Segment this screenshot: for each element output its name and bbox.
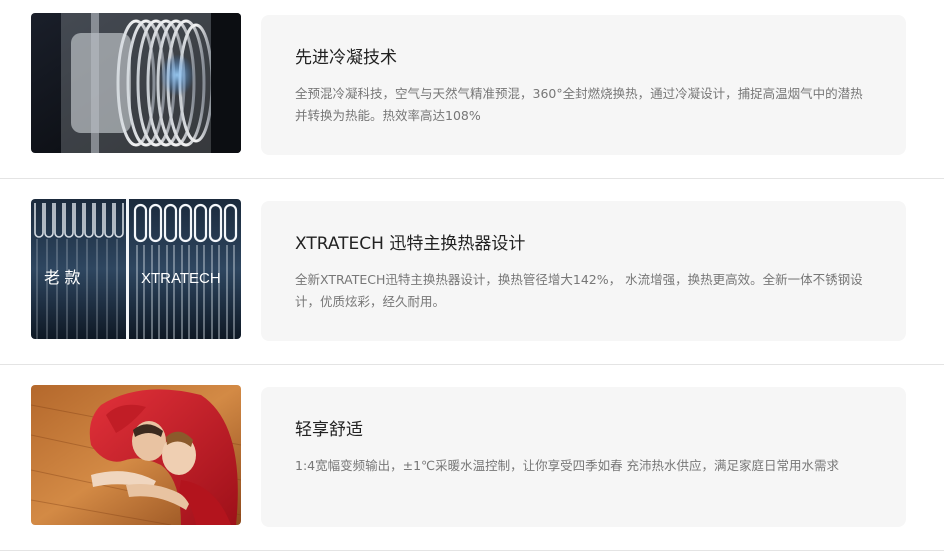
feature-description: 1:4宽幅变频输出，±1℃采暖水温控制，让你享受四季如春 充沛热水供应，满足家庭… xyxy=(295,458,840,473)
feature-row-xtratech: 老 款 XTRATECH XTRATECH 迅特主换热器设计 全新XTRATEC… xyxy=(0,179,944,365)
old-model-label: 老 款 xyxy=(44,269,80,287)
feature-row-comfort: 轻享舒适 1:4宽幅变频输出，±1℃采暖水温控制，让你享受四季如春 充沛热水供应… xyxy=(0,365,944,551)
feature-title: XTRATECH 迅特主换热器设计 xyxy=(295,234,526,254)
feature-card: XTRATECH 迅特主换热器设计 全新XTRATECH迅特主换热器设计，换热管… xyxy=(261,201,906,341)
feature-title: 轻享舒适 xyxy=(295,420,363,440)
feature-card: 先进冷凝技术 全预混冷凝科技，空气与天然气精准预混，360°全封燃烧换热，通过冷… xyxy=(261,15,906,155)
condenser-heat-exchanger-image xyxy=(31,13,241,153)
xtratech-model-label: XTRATECH xyxy=(141,270,221,287)
heat-exchanger-comparison-image: 老 款 XTRATECH xyxy=(31,199,241,339)
feature-card: 轻享舒适 1:4宽幅变频输出，±1℃采暖水温控制，让你享受四季如春 充沛热水供应… xyxy=(261,387,906,527)
feature-description: 全新XTRATECH迅特主换热器设计，换热管径增大142%， 水流增强，换热更高… xyxy=(295,272,863,309)
feature-title: 先进冷凝技术 xyxy=(295,48,397,68)
feature-description: 全预混冷凝科技，空气与天然气精准预混，360°全封燃烧换热，通过冷凝设计，捕捉高… xyxy=(295,86,863,123)
feature-row-condensing: 先进冷凝技术 全预混冷凝科技，空气与天然气精准预混，360°全封燃烧换热，通过冷… xyxy=(0,0,944,179)
couple-under-blanket-image xyxy=(31,385,241,525)
